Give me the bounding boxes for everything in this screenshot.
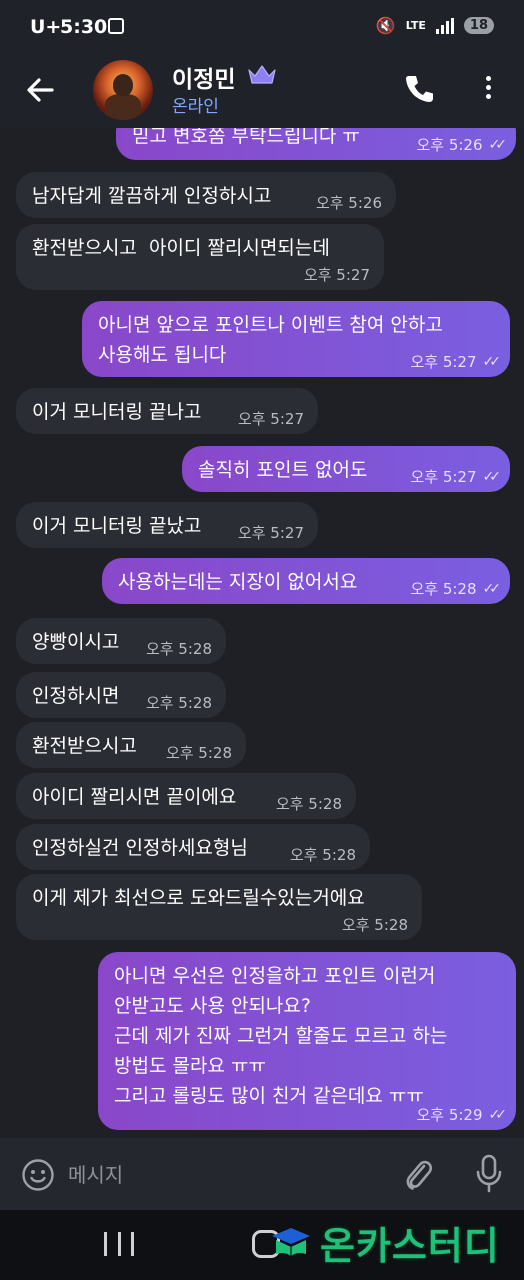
message-bubble-outgoing[interactable]: 아니면 우선은 인정을하고 포인트 이런거 안받고도 사용 안되나요? 근데 제… [98, 952, 516, 1130]
message-text: 믿고 변호쫌 부탁드립니다 ㅠ [132, 128, 360, 147]
telegram-chat-screen: U+ 5:30 🔇 LTE 18 이정민 온라인 믿고 변호쫌 부탁드립니다 ㅠ [0, 0, 524, 1280]
message-time: 오후 5:27 [410, 468, 477, 486]
message-bubble-incoming[interactable]: 환전받으시고 오후 5:28 [16, 722, 246, 768]
recent-apps-icon[interactable] [104, 1232, 134, 1258]
message-bubble-incoming[interactable]: 이게 제가 최선으로 도와드릴수있는거에요 오후 5:28 [16, 874, 422, 940]
message-time: 오후 5:28 [275, 795, 342, 813]
message-bubble-incoming[interactable]: 남자답게 깔끔하게 인정하시고 오후 5:26 [16, 172, 396, 218]
message-text: 이거 모니터링 끝나고 [32, 401, 202, 423]
book-logo-icon [272, 1228, 310, 1256]
read-check-icon: ✓✓ [488, 137, 508, 153]
message-input[interactable] [66, 1156, 370, 1194]
message-text: 아니면 앞으로 포인트나 이벤트 참여 안하고 사용해도 됩니다 [98, 314, 443, 366]
message-bubble-outgoing[interactable]: 솔직히 포인트 없어도 오후 5:27 ✓✓ [182, 446, 510, 492]
emoji-icon[interactable] [21, 1158, 55, 1192]
message-input-bar [0, 1138, 524, 1210]
screenshot-icon [108, 18, 124, 34]
crown-icon [248, 65, 276, 84]
message-bubble-incoming[interactable]: 아이디 짤리시면 끝이에요 오후 5:28 [16, 773, 356, 819]
more-vert-icon[interactable] [476, 72, 500, 106]
read-check-icon: ✓✓ [482, 581, 502, 597]
message-time: 오후 5:27 [303, 266, 370, 284]
contact-status: 온라인 [172, 97, 219, 117]
mute-icon: 🔇 [375, 16, 396, 35]
message-time: 오후 5:27 [237, 410, 304, 428]
message-time: 오후 5:28 [341, 916, 408, 934]
message-text: 사용하는데는 지장이 없어서요 [118, 571, 358, 593]
message-bubble-incoming[interactable]: 이거 모니터링 끝났고 오후 5:27 [16, 502, 318, 548]
message-time: 오후 5:28 [165, 744, 232, 762]
phone-icon[interactable] [402, 72, 436, 106]
message-time: 오후 5:27 [237, 524, 304, 542]
network-label: LTE [405, 18, 426, 32]
back-arrow-icon[interactable] [22, 72, 58, 108]
message-text: 솔직히 포인트 없어도 [198, 459, 368, 481]
read-check-icon: ✓✓ [488, 1107, 508, 1123]
message-bubble-incoming[interactable]: 인정하시면 오후 5:28 [16, 672, 226, 718]
message-time: 오후 5:28 [145, 640, 212, 658]
message-text: 환전받으시고 [32, 735, 137, 757]
message-time: 오후 5:27 [410, 353, 477, 371]
message-time: 오후 5:28 [145, 694, 212, 712]
message-text: 남자답게 깔끔하게 인정하시고 [32, 185, 272, 207]
message-bubble-outgoing[interactable]: 아니면 앞으로 포인트나 이벤트 참여 안하고 사용해도 됩니다 오후 5:27… [82, 301, 510, 377]
message-bubble-outgoing[interactable]: 믿고 변호쫌 부탁드립니다 ㅠ 오후 5:26 ✓✓ [116, 128, 516, 160]
message-time: 오후 5:28 [410, 580, 477, 598]
message-time: 오후 5:26 [315, 194, 382, 212]
message-text: 이게 제가 최선으로 도와드릴수있는거에요 [32, 887, 365, 909]
battery-badge: 18 [463, 17, 494, 34]
message-text: 아니면 우선은 인정을하고 포인트 이런거 안받고도 사용 안되나요? 근데 제… [114, 965, 448, 1107]
message-time: 오후 5:26 [416, 136, 483, 154]
watermark: 온카스터디 [268, 1210, 500, 1274]
attach-paperclip-icon[interactable] [400, 1154, 436, 1194]
message-bubble-incoming[interactable]: 양빵이시고 오후 5:28 [16, 618, 226, 664]
message-bubble-incoming[interactable]: 이거 모니터링 끝나고 오후 5:27 [16, 388, 318, 434]
signal-icon [435, 17, 454, 34]
message-bubble-incoming[interactable]: 인정하실건 인정하세요형님 오후 5:28 [16, 824, 370, 870]
read-check-icon: ✓✓ [482, 469, 502, 485]
status-bar: U+ 5:30 🔇 LTE 18 [0, 0, 524, 56]
message-bubble-incoming[interactable]: 환전받으시고 아이디 짤리시면되는데 오후 5:27 [16, 224, 384, 290]
message-text: 환전받으시고 아이디 짤리시면되는데 [32, 237, 330, 259]
message-bubble-outgoing[interactable]: 사용하는데는 지장이 없어서요 오후 5:28 ✓✓ [102, 558, 510, 604]
read-check-icon: ✓✓ [482, 354, 502, 370]
carrier-label: U+ [30, 16, 62, 38]
chat-header: 이정민 온라인 [0, 56, 524, 128]
message-text: 인정하시면 [32, 685, 120, 707]
message-time: 오후 5:28 [289, 846, 356, 864]
message-text: 이거 모니터링 끝났고 [32, 515, 202, 537]
message-text: 양빵이시고 [32, 631, 120, 653]
message-text: 아이디 짤리시면 끝이에요 [32, 786, 237, 808]
message-text: 인정하실건 인정하세요형님 [32, 837, 248, 859]
chat-messages[interactable]: 믿고 변호쫌 부탁드립니다 ㅠ 오후 5:26 ✓✓ 남자답게 깔끔하게 인정하시… [0, 128, 524, 1138]
contact-name[interactable]: 이정민 [172, 60, 235, 94]
status-icons: 🔇 LTE 18 [376, 16, 494, 35]
microphone-icon[interactable] [472, 1152, 506, 1194]
message-time: 오후 5:29 [416, 1106, 483, 1124]
watermark-text: 온카스터디 [320, 1223, 500, 1268]
status-time: 5:30 [60, 16, 108, 38]
contact-avatar[interactable] [93, 60, 153, 120]
